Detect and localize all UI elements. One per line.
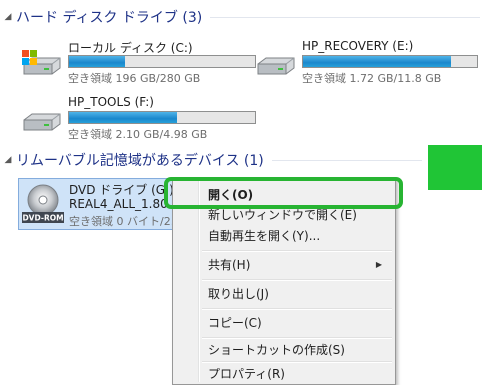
hard-disk-group-title: ハード ディスク ドライブ (3) xyxy=(16,10,203,26)
menu-separator xyxy=(202,250,392,252)
dvd-volume-label: REAL4_ALL_1.80 xyxy=(69,197,168,211)
drive-usage-fill xyxy=(69,112,177,123)
windows-hard-drive-icon xyxy=(22,50,61,75)
menu-item-autoplay[interactable]: 自動再生を開く(Y)... xyxy=(176,225,392,247)
drive-free-space: 空き領域 196 GB/280 GB xyxy=(68,72,201,85)
menu-item-properties[interactable]: プロパティ(R) xyxy=(176,363,392,385)
dvd-drive-name: DVD ドライブ (G:) xyxy=(69,183,174,197)
menu-item-eject[interactable]: 取り出し(J) xyxy=(176,283,392,305)
collapse-arrow-icon[interactable]: ◢ xyxy=(2,155,14,165)
drive-name: ローカル ディスク (C:) xyxy=(68,41,193,55)
drive-free-space: 空き領域 1.72 GB/11.8 GB xyxy=(302,72,442,85)
dvd-free-space: 空き領域 0 バイト/2. xyxy=(69,215,175,228)
menu-separator xyxy=(202,279,392,281)
removable-group-header[interactable]: ◢ リムーバブル記憶域があるデバイス (1) xyxy=(2,150,422,170)
collapse-arrow-icon[interactable]: ◢ xyxy=(2,12,14,22)
drive-usage-fill xyxy=(69,56,125,67)
drive-usage-bar xyxy=(68,111,256,124)
hard-drive-icon xyxy=(257,57,295,75)
drive-item-e[interactable]: HP_RECOVERY (E:) 空き領域 1.72 GB/11.8 GB xyxy=(252,38,482,94)
context-menu: 開く(O) 新しいウィンドウで開く(E) 自動再生を開く(Y)... 共有(H)… xyxy=(172,178,396,385)
group-divider xyxy=(210,16,480,18)
menu-item-share[interactable]: 共有(H) ▶ xyxy=(176,254,392,276)
hard-drive-icon xyxy=(23,113,61,131)
dvd-drive-item[interactable]: DVD-ROM DVD ドライブ (G:) REAL4_ALL_1.80 空き領… xyxy=(18,178,176,230)
drive-usage-bar xyxy=(68,55,256,68)
submenu-arrow-icon: ▶ xyxy=(375,260,382,269)
menu-separator xyxy=(202,308,392,310)
green-marker xyxy=(428,145,482,190)
hard-disk-group-header[interactable]: ◢ ハード ディスク ドライブ (3) xyxy=(2,7,480,27)
dvd-rom-icon: DVD-ROM xyxy=(22,184,64,223)
group-divider xyxy=(271,159,422,161)
drive-free-space: 空き領域 2.10 GB/4.98 GB xyxy=(68,128,208,141)
drive-usage-fill xyxy=(303,56,451,67)
open-highlight-frame xyxy=(164,177,403,209)
dvd-rom-icon-label: DVD-ROM xyxy=(22,214,63,223)
menu-item-create-shortcut[interactable]: ショートカットの作成(S) xyxy=(176,339,392,361)
drive-item-c[interactable]: ローカル ディスク (C:) 空き領域 196 GB/280 GB xyxy=(18,38,258,94)
drive-usage-bar xyxy=(302,55,478,68)
drive-item-f[interactable]: HP_TOOLS (F:) 空き領域 2.10 GB/4.98 GB xyxy=(18,94,258,150)
removable-group-title: リムーバブル記憶域があるデバイス (1) xyxy=(16,153,264,169)
drive-name: HP_RECOVERY (E:) xyxy=(302,39,414,53)
menu-item-share-label: 共有(H) xyxy=(208,258,251,272)
menu-item-copy[interactable]: コピー(C) xyxy=(176,312,392,334)
drive-name: HP_TOOLS (F:) xyxy=(68,95,154,109)
